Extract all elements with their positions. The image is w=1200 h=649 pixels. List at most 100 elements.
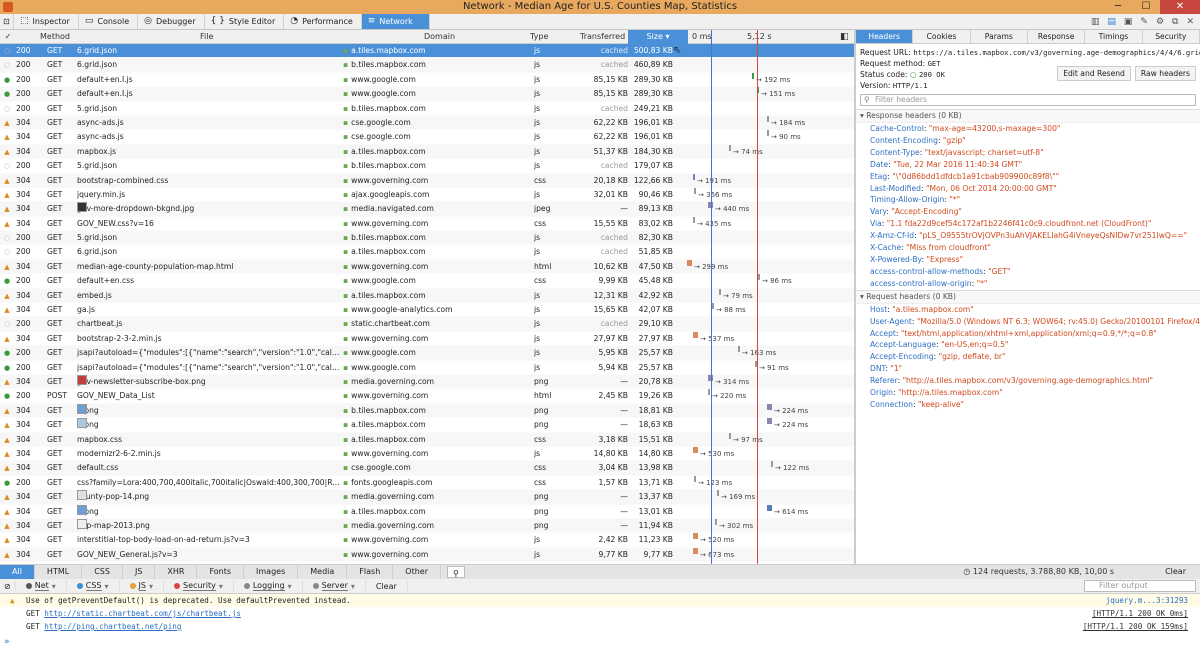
request-row[interactable]: ▲ 304 GET county-pop-14.png ▪ media.governing… xyxy=(0,490,854,505)
details-tab-security[interactable]: Security xyxy=(1143,30,1200,43)
request-row[interactable]: ● 200 GET default+en.I.js ▪ www.google.com js 8… xyxy=(0,87,854,102)
request-row[interactable]: ○ 200 GET 6.grid.json ▪ b.tiles.mapbox.com js c… xyxy=(0,58,854,73)
console-filter-css[interactable]: CSS ▾ xyxy=(67,581,120,591)
request-row[interactable]: ▲ 304 GET bootstrap-combined.css ▪ www.govern… xyxy=(0,173,854,188)
undock-icon[interactable]: ⧉ xyxy=(1172,17,1178,27)
transferred-column-header[interactable]: Transferred xyxy=(580,30,625,44)
tool-tab-style-editor[interactable]: { } Style Editor xyxy=(205,14,285,29)
split-console-icon[interactable]: ▤ xyxy=(1107,17,1116,27)
domain-column-header[interactable]: Domain xyxy=(424,30,455,44)
request-row[interactable]: ▲ 304 GET async-ads.js ▪ cse.google.com js 62,2… xyxy=(0,115,854,131)
request-row[interactable]: ● 200 GET default+en.I.js ▪ www.google.com js 8… xyxy=(0,72,854,88)
tool-tab-performance[interactable]: ◔ Performance xyxy=(284,14,362,29)
responsive-design-icon[interactable]: ▣ xyxy=(1124,17,1133,27)
request-row[interactable]: ▲ 304 GET jquery.min.js ▪ ajax.googleapis.com… xyxy=(0,187,854,203)
details-tab-response[interactable]: Response xyxy=(1028,30,1086,43)
details-tab-headers[interactable]: Headers xyxy=(856,30,914,43)
request-row[interactable]: ▲ 304 GET GOV_NEW.css?v=16 ▪ www.governing.co… xyxy=(0,216,854,232)
console-status-link[interactable]: [HTTP/1.1 200 OK 0ms] xyxy=(1092,607,1188,620)
request-row[interactable]: ▲ 304 GET GOV_NEW_General.js?v=3 ▪ www.govern… xyxy=(0,547,854,563)
pick-element-icon[interactable]: ⊡ xyxy=(0,14,14,29)
request-row[interactable]: ▲ 304 GET median-age-county-population-map.… xyxy=(0,259,854,275)
scratchpad-icon[interactable]: ✎ xyxy=(1140,17,1148,27)
tool-tab-debugger[interactable]: ◎ Debugger xyxy=(138,14,205,29)
search-icon[interactable]: ⚲ xyxy=(446,566,465,578)
raw-headers-button[interactable]: Raw headers xyxy=(1134,66,1196,81)
details-tab-timings[interactable]: Timings xyxy=(1085,30,1143,43)
filter-tab-css[interactable]: CSS xyxy=(82,565,123,579)
clear-requests-button[interactable]: Clear xyxy=(1165,565,1186,579)
tool-tab-network[interactable]: ≡ Network xyxy=(361,14,430,29)
close-button[interactable]: ✕ xyxy=(1160,0,1200,14)
minimize-button[interactable]: ─ xyxy=(1104,0,1132,14)
filter-headers-input[interactable]: Filter headers xyxy=(860,94,1196,106)
maximize-button[interactable]: ☐ xyxy=(1132,0,1160,14)
request-row[interactable]: ▲ 304 GET gov-more-dropdown-bkgnd.jpg ▪ media… xyxy=(0,202,854,217)
console-filter-logging[interactable]: Logging ▾ xyxy=(234,581,303,591)
request-row[interactable]: ▲ 304 GET pop-map-2013.png ▪ media.governing.… xyxy=(0,518,854,534)
request-row[interactable]: ▲ 304 GET mapbox.css ▪ a.tiles.mapbox.com css 3… xyxy=(0,432,854,447)
filter-tab-all[interactable]: All xyxy=(0,565,35,579)
console-status-link[interactable]: [HTTP/1.1 200 OK 159ms] xyxy=(1083,620,1188,633)
request-row[interactable]: ▲ 304 GET ga.js ▪ www.google-analytics.com js 1… xyxy=(0,303,854,318)
console-trash-icon[interactable]: ⊘ xyxy=(0,581,16,591)
request-row[interactable]: ▲ 304 GET gov-newsletter-subscribe-box.png ▪… xyxy=(0,374,854,390)
filter-output-input[interactable]: Filter output xyxy=(1084,580,1196,592)
request-row[interactable]: ▲ 304 GET 6.png ▪ a.tiles.mapbox.com png — 18,63… xyxy=(0,418,854,433)
request-row[interactable]: ● 200 GET css?family=Lora:400,700,400italic… xyxy=(0,475,854,491)
filter-tab-html[interactable]: HTML xyxy=(35,565,83,579)
request-row[interactable]: ○ 200 GET chartbeat.js ▪ static.chartbeat.com… xyxy=(0,317,854,332)
console-prompt-icon[interactable]: » xyxy=(4,637,9,647)
request-row[interactable]: ▲ 304 GET bootstrap-2-3-2.min.js ▪ www.govern… xyxy=(0,331,854,347)
console-url-link[interactable]: http://ping.chartbeat.net/ping xyxy=(44,622,181,631)
request-row[interactable]: ▲ 304 GET async-ads.js ▪ cse.google.com js 62,2… xyxy=(0,130,854,145)
request-row[interactable]: ○ 200 GET 5.grid.json ▪ b.tiles.mapbox.com js c… xyxy=(0,231,854,246)
tool-tab-inspector[interactable]: ⬚ Inspector xyxy=(14,14,79,29)
filter-tab-media[interactable]: Media xyxy=(298,565,348,579)
request-row[interactable]: ▲ 304 GET default.css ▪ cse.google.com css 3,04… xyxy=(0,461,854,476)
console-filter-security[interactable]: Security ▾ xyxy=(164,581,234,591)
request-row[interactable]: ○ 200 GET 6.grid.json ▪ a.tiles.mapbox.com js c… xyxy=(0,44,854,59)
request-row[interactable]: ▲ 304 GET interstitial-top-body-load-on-ad-… xyxy=(0,533,854,548)
request-row[interactable]: ▲ 304 GET 5.png ▪ a.tiles.mapbox.com png — 13,01… xyxy=(0,504,854,519)
size-column-header[interactable]: Size ▾ xyxy=(628,30,688,44)
details-tab-params[interactable]: Params xyxy=(971,30,1028,43)
filter-tab-flash[interactable]: Flash xyxy=(347,565,394,579)
settings-gear-icon[interactable]: ⚙ xyxy=(1156,17,1164,27)
request-row[interactable]: ▲ 304 GET modernizr2-6-2.min.js ▪ www.governi… xyxy=(0,446,854,462)
request-headers-section[interactable]: ▾ Request headers (0 KB) xyxy=(856,289,1200,304)
devtools-close-icon[interactable]: ✕ xyxy=(1186,17,1194,27)
request-row[interactable]: ○ 200 GET 5.grid.json ▪ b.tiles.mapbox.com js c… xyxy=(0,102,854,116)
console-source-link[interactable]: jquery.m...3:31293 xyxy=(1106,594,1188,607)
request-row[interactable]: ○ 200 GET 5.grid.json ▪ b.tiles.mapbox.com js c… xyxy=(0,159,854,174)
request-row[interactable]: ● 200 POST GOV_NEW_Data_List ▪ www.governing.… xyxy=(0,389,854,404)
details-tab-cookies[interactable]: Cookies xyxy=(913,30,971,43)
filter-tab-images[interactable]: Images xyxy=(244,565,299,579)
file-column-header[interactable]: File xyxy=(200,30,213,44)
type-column-header[interactable]: Type xyxy=(530,30,548,44)
request-row[interactable]: ● 200 GET jsapi?autoload={"modules":[{"name… xyxy=(0,360,854,375)
request-row[interactable]: ● 200 GET jsapi?autoload={"modules":[{"name… xyxy=(0,346,854,361)
tool-tab-console[interactable]: ▭ Console xyxy=(79,14,139,29)
console-url-link[interactable]: http://static.chartbeat.com/js/chartbeat… xyxy=(44,609,241,618)
filter-tab-other[interactable]: Other xyxy=(393,565,441,579)
response-headers-section[interactable]: ▾ Response headers (0 KB) xyxy=(856,109,1200,123)
console-clear-button[interactable]: Clear xyxy=(366,581,408,591)
status-column-header[interactable]: ✓ xyxy=(3,30,13,44)
request-row[interactable]: ○ 200 GET 6.grid.json ▪ a.tiles.mapbox.com js c… xyxy=(0,245,854,260)
method-column-header[interactable]: Method xyxy=(40,30,70,44)
console-filter-js[interactable]: JS ▾ xyxy=(120,581,164,591)
filter-tab-js[interactable]: JS xyxy=(123,565,156,579)
filter-tab-fonts[interactable]: Fonts xyxy=(197,565,245,579)
dock-options-icon[interactable]: ▥ xyxy=(1091,17,1100,27)
request-row[interactable]: ▲ 304 GET embed.js ▪ a.tiles.mapbox.com js 12,3… xyxy=(0,288,854,304)
request-row[interactable]: ▲ 304 GET 6.png ▪ b.tiles.mapbox.com png — 18,81… xyxy=(0,403,854,419)
edit-and-resend-button[interactable]: Edit and Resend xyxy=(1057,66,1131,81)
request-row[interactable]: ● 200 GET default+en.css ▪ www.google.com css 9… xyxy=(0,274,854,289)
file-name: ga.js xyxy=(77,305,95,315)
filter-tab-xhr[interactable]: XHR xyxy=(155,565,198,579)
console-filter-server[interactable]: Server ▾ xyxy=(303,581,366,591)
request-row[interactable]: ▲ 304 GET mapbox.js ▪ a.tiles.mapbox.com js 51,… xyxy=(0,144,854,160)
console-filter-net[interactable]: Net ▾ xyxy=(16,581,67,591)
toggle-sidebar-icon[interactable]: ◧ xyxy=(840,30,849,44)
